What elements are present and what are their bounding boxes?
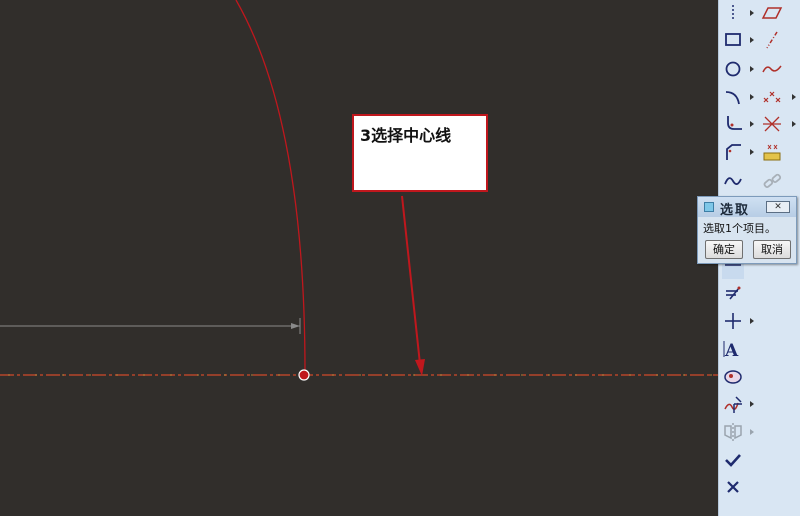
- circle-icon[interactable]: [722, 58, 744, 80]
- sketch-geometry: [0, 0, 718, 381]
- arc-icon[interactable]: [722, 86, 744, 108]
- sketch-arc[interactable]: [235, 0, 306, 373]
- arc-endpoint-marker[interactable]: [298, 369, 310, 381]
- expand-arrow-icon[interactable]: [750, 401, 754, 407]
- dialog-message: 选取1个项目。: [703, 222, 776, 235]
- text-icon[interactable]: A: [722, 338, 744, 360]
- expand-arrow-icon[interactable]: [750, 94, 754, 100]
- point-icon[interactable]: [761, 86, 783, 108]
- expand-arrow-icon[interactable]: [750, 66, 754, 72]
- dialog-title: 选取: [720, 203, 751, 218]
- dimension-arrowhead: [291, 323, 300, 329]
- coordinate-system-icon[interactable]: [761, 113, 783, 135]
- palette-icon[interactable]: [761, 141, 783, 163]
- expand-arrow-icon[interactable]: [750, 149, 754, 155]
- mirror-icon: [722, 421, 744, 443]
- callout-arrowhead: [415, 359, 425, 376]
- rectangle-icon[interactable]: [722, 29, 744, 51]
- parallelogram-icon[interactable]: [761, 2, 783, 24]
- expand-arrow-icon[interactable]: [750, 37, 754, 43]
- chamfer-icon[interactable]: [722, 141, 744, 163]
- fillet-icon[interactable]: [722, 113, 744, 135]
- annotation-callout: 3选择中心线: [352, 114, 488, 192]
- expand-arrow-icon[interactable]: [792, 94, 796, 100]
- sketch-canvas[interactable]: 3选择中心线: [0, 0, 718, 516]
- spline-icon[interactable]: [761, 58, 783, 80]
- centerline-dashed-icon[interactable]: [761, 29, 783, 51]
- expand-arrow-icon[interactable]: [750, 121, 754, 127]
- expand-arrow-icon: [750, 429, 754, 435]
- expand-arrow-icon[interactable]: [792, 121, 796, 127]
- select-dialog: 选取 ✕ 选取1个项目。 确定 取消: [697, 196, 797, 264]
- cancel-button[interactable]: 取消: [753, 240, 791, 259]
- curve-icon[interactable]: [722, 170, 744, 192]
- close-icon[interactable]: ✕: [766, 201, 790, 213]
- accept-check-icon[interactable]: [722, 449, 744, 471]
- centerline-icon[interactable]: [722, 310, 744, 332]
- callout-text: 3选择中心线: [360, 126, 452, 145]
- expand-arrow-icon[interactable]: [750, 10, 754, 16]
- construction-line-icon[interactable]: [722, 2, 744, 24]
- callout-arrow-line: [401, 195, 421, 365]
- offset-icon[interactable]: [722, 283, 744, 305]
- expand-arrow-icon[interactable]: [750, 318, 754, 324]
- dialog-title-bar[interactable]: 选取 ✕: [698, 197, 796, 218]
- constraint-icon[interactable]: [761, 170, 783, 192]
- trim-icon[interactable]: [722, 393, 744, 415]
- cancel-x-icon[interactable]: [722, 476, 744, 498]
- palette-shape-icon[interactable]: [722, 366, 744, 388]
- svg-text:A: A: [724, 341, 739, 360]
- ok-button[interactable]: 确定: [705, 240, 743, 259]
- dialog-window-icon: [704, 202, 714, 212]
